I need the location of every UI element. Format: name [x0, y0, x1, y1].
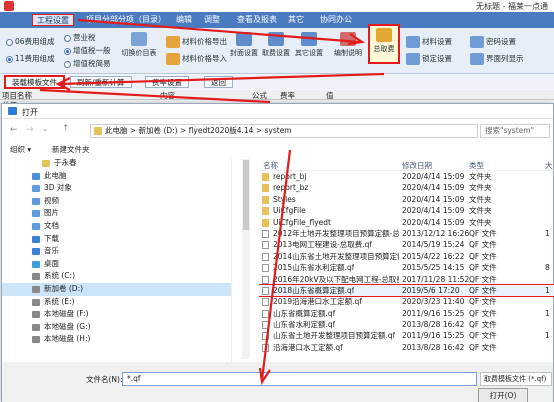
app-window: 无标题 - 福莱一点通 工程设置 项目分部分项（目录） 编辑 调整 查看及报表 … — [0, 0, 554, 402]
arrow-head-1 — [347, 33, 366, 46]
arrow-to-file — [260, 149, 292, 381]
arrow-head-3 — [258, 367, 271, 386]
arrow-to-dialog — [39, 88, 271, 104]
annotation-arrows — [39, 18, 385, 386]
arrow-to-total-fee — [77, 18, 361, 44]
arrow-to-load-template — [59, 72, 385, 86]
